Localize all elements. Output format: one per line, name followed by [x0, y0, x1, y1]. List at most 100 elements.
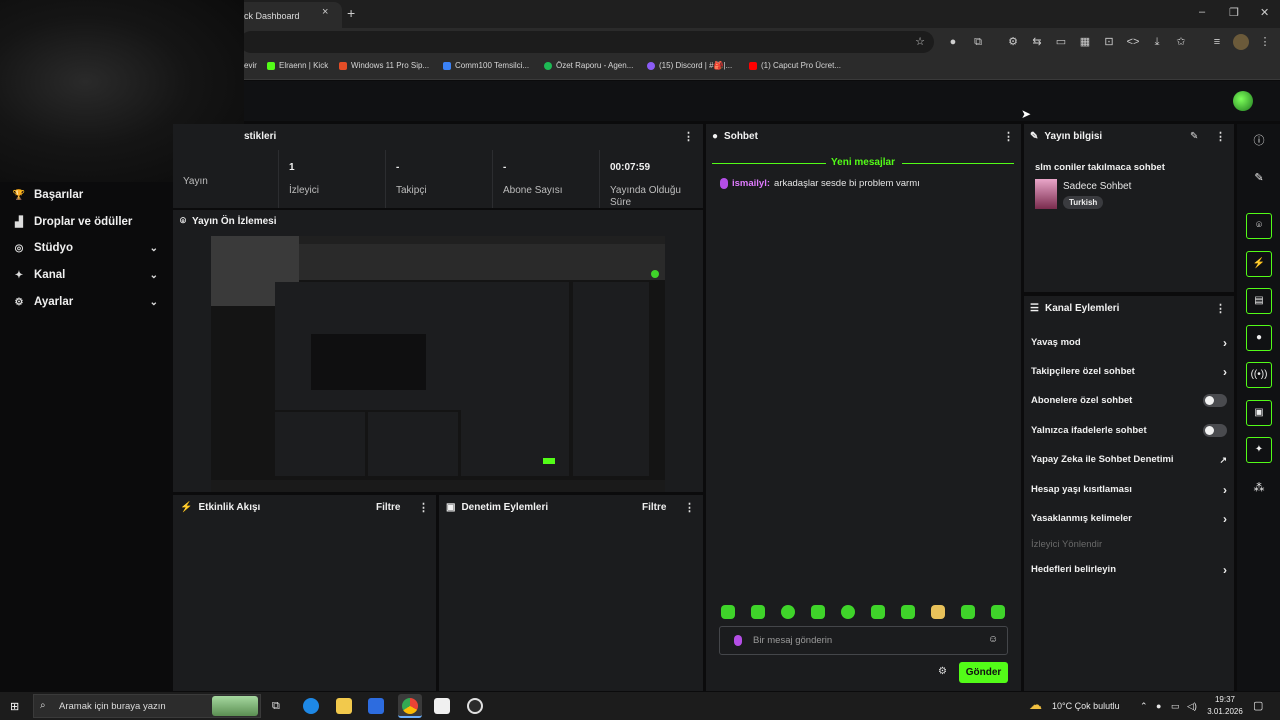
action-account-age[interactable]: Hesap yaşı kısıtlaması ›: [1031, 483, 1227, 498]
tool-icon[interactable]: ⚙: [1005, 34, 1021, 50]
emoji-icon[interactable]: ☺: [988, 634, 998, 645]
mic-tray-icon[interactable]: ●: [1156, 701, 1161, 711]
obs-icon[interactable]: [467, 698, 483, 714]
add-widget-icon[interactable]: ⁂: [1249, 478, 1269, 498]
emote-icon[interactable]: [901, 605, 915, 619]
bookmark-star-icon[interactable]: ✩: [1173, 34, 1189, 50]
clock-date[interactable]: 3.01.2026: [1205, 707, 1245, 716]
sidebar-item-settings[interactable]: ⚙ Ayarlar ⌄: [12, 292, 162, 312]
stream-category[interactable]: Sadece Sohbet: [1063, 181, 1131, 192]
moderation-filter-button[interactable]: Filtre: [642, 502, 666, 513]
task-view-icon[interactable]: ⧉: [272, 700, 280, 713]
emote-icon[interactable]: [751, 605, 765, 619]
bookmark-item[interactable]: (15) Discord | #🎒|...: [647, 61, 732, 70]
code-icon[interactable]: <>: [1125, 34, 1141, 50]
sidebar-item-studio[interactable]: ◎ Stüdyo ⌄: [12, 238, 162, 258]
moderation-menu-icon[interactable]: ⋮: [684, 501, 695, 514]
translate-icon[interactable]: ⇆: [1029, 34, 1045, 50]
windows-start-icon[interactable]: ⊞: [10, 700, 19, 713]
stats-menu-icon[interactable]: ⋮: [683, 130, 694, 143]
chat-username[interactable]: ismailyl:: [732, 178, 770, 189]
bookmark-item[interactable]: Windows 11 Pro Sip...: [339, 61, 429, 70]
minimize-icon[interactable]: –: [1199, 6, 1205, 18]
profile-avatar-icon[interactable]: [1233, 34, 1249, 50]
grid-icon[interactable]: ▦: [1077, 34, 1093, 50]
notifications-icon[interactable]: ▢: [1253, 699, 1263, 712]
network-icon[interactable]: ▭: [1171, 701, 1180, 712]
activity-filter-button[interactable]: Filtre: [376, 502, 400, 513]
moderation-rail-icon[interactable]: ▣: [1246, 400, 1272, 426]
chevron-down-icon: ⌄: [149, 269, 158, 281]
wrench-rail-icon[interactable]: ✦: [1246, 437, 1272, 463]
emote-icon[interactable]: [781, 605, 795, 619]
preview-rail-icon[interactable]: ⌾: [1246, 213, 1272, 239]
capcut-icon[interactable]: [434, 698, 450, 714]
screenshot-icon[interactable]: ⊡: [1101, 34, 1117, 50]
stream-info-menu-icon[interactable]: ⋮: [1215, 130, 1226, 143]
emote-only-toggle[interactable]: [1203, 424, 1227, 437]
chrome-taskbar-button[interactable]: [398, 694, 422, 718]
bookmark-item[interactable]: Özet Raporu - Agen...: [544, 61, 633, 70]
puzzle-icon[interactable]: ⧉: [970, 34, 986, 50]
channel-actions-menu-icon[interactable]: ⋮: [1215, 302, 1226, 315]
info-icon[interactable]: ⓘ: [1249, 131, 1269, 151]
download-icon[interactable]: ⤓: [1149, 34, 1165, 50]
send-button[interactable]: Gönder: [959, 662, 1008, 683]
taskbar-search[interactable]: ⌕ Aramak için buraya yazın: [33, 694, 261, 718]
tabs-icon[interactable]: ▭: [1053, 34, 1069, 50]
clock-time[interactable]: 19:37: [1205, 695, 1245, 704]
emote-icon[interactable]: [721, 605, 735, 619]
activity-menu-icon[interactable]: ⋮: [418, 501, 429, 514]
sidebar-item-drops[interactable]: ▟ Droplar ve ödüller: [12, 212, 162, 232]
file-explorer-icon[interactable]: [336, 698, 352, 714]
emote-icon[interactable]: [871, 605, 885, 619]
extension-icon[interactable]: ●: [945, 34, 961, 50]
bookmark-item[interactable]: evir: [244, 61, 257, 70]
sidebar-item-channel[interactable]: ✦ Kanal ⌄: [12, 265, 162, 285]
star-icon[interactable]: ☆: [912, 34, 928, 50]
tab-close-icon[interactable]: ×: [322, 6, 328, 18]
weather-text[interactable]: 10°C Çok bulutlu: [1052, 701, 1120, 711]
chat-menu-icon[interactable]: ⋮: [1003, 130, 1014, 143]
store-icon[interactable]: [368, 698, 384, 714]
volume-icon[interactable]: ◁): [1187, 701, 1197, 712]
bookmark-item[interactable]: (1) Capcut Pro Ücret...: [749, 61, 841, 70]
edge-icon[interactable]: [303, 698, 319, 714]
action-ai-moderation[interactable]: Yapay Zeka ile Sohbet Denetimi ↗: [1031, 454, 1227, 468]
tray-up-icon[interactable]: ⌃: [1140, 701, 1148, 712]
chat-input[interactable]: Bir mesaj gönderin ☺: [719, 626, 1008, 655]
chat-settings-icon[interactable]: ⚙: [938, 666, 947, 677]
action-set-goals[interactable]: Hedefleri belirleyin ›: [1031, 563, 1227, 578]
bookmark-item[interactable]: Elraenn | Kick: [267, 61, 328, 70]
stat-followers: - Takipçi: [385, 150, 492, 208]
action-followers-only[interactable]: Takipçilere özel sohbet ›: [1031, 365, 1227, 380]
emote-icon[interactable]: [931, 605, 945, 619]
action-slow-mode[interactable]: Yavaş mod ›: [1031, 336, 1227, 351]
edit-rail-icon[interactable]: ✎: [1249, 168, 1269, 188]
emote-icon[interactable]: [811, 605, 825, 619]
notes-rail-icon[interactable]: ▤: [1246, 288, 1272, 314]
emote-icon[interactable]: [961, 605, 975, 619]
edit-icon[interactable]: ✎: [1190, 131, 1198, 142]
action-banned-words[interactable]: Yasaklanmış kelimeler ›: [1031, 512, 1227, 527]
stream-preview[interactable]: [211, 236, 665, 492]
subscribers-only-toggle[interactable]: [1203, 394, 1227, 407]
broadcast-rail-icon[interactable]: ((•)): [1246, 362, 1272, 388]
address-bar[interactable]: [240, 31, 934, 53]
moderation-panel: [439, 495, 703, 691]
media-icon[interactable]: ≡: [1209, 34, 1225, 50]
sidebar-item-achievements[interactable]: 🏆 Başarılar: [12, 185, 162, 205]
emote-icon[interactable]: [841, 605, 855, 619]
menu-kebab-icon[interactable]: ⋮: [1257, 34, 1273, 50]
chat-rail-icon[interactable]: ●: [1246, 325, 1272, 351]
window-close-icon[interactable]: ✕: [1260, 6, 1269, 19]
emote-icon[interactable]: [991, 605, 1005, 619]
preview-moderation: [368, 412, 458, 476]
activity-panel: [173, 495, 436, 691]
bookmark-item[interactable]: Comm100 Temsilci...: [443, 61, 529, 70]
maximize-icon[interactable]: ❐: [1229, 6, 1239, 19]
user-avatar[interactable]: [1233, 91, 1253, 111]
new-tab-icon[interactable]: +: [347, 5, 355, 21]
lightning-rail-icon[interactable]: ⚡: [1246, 251, 1272, 277]
chevron-right-icon: ›: [1223, 483, 1227, 497]
